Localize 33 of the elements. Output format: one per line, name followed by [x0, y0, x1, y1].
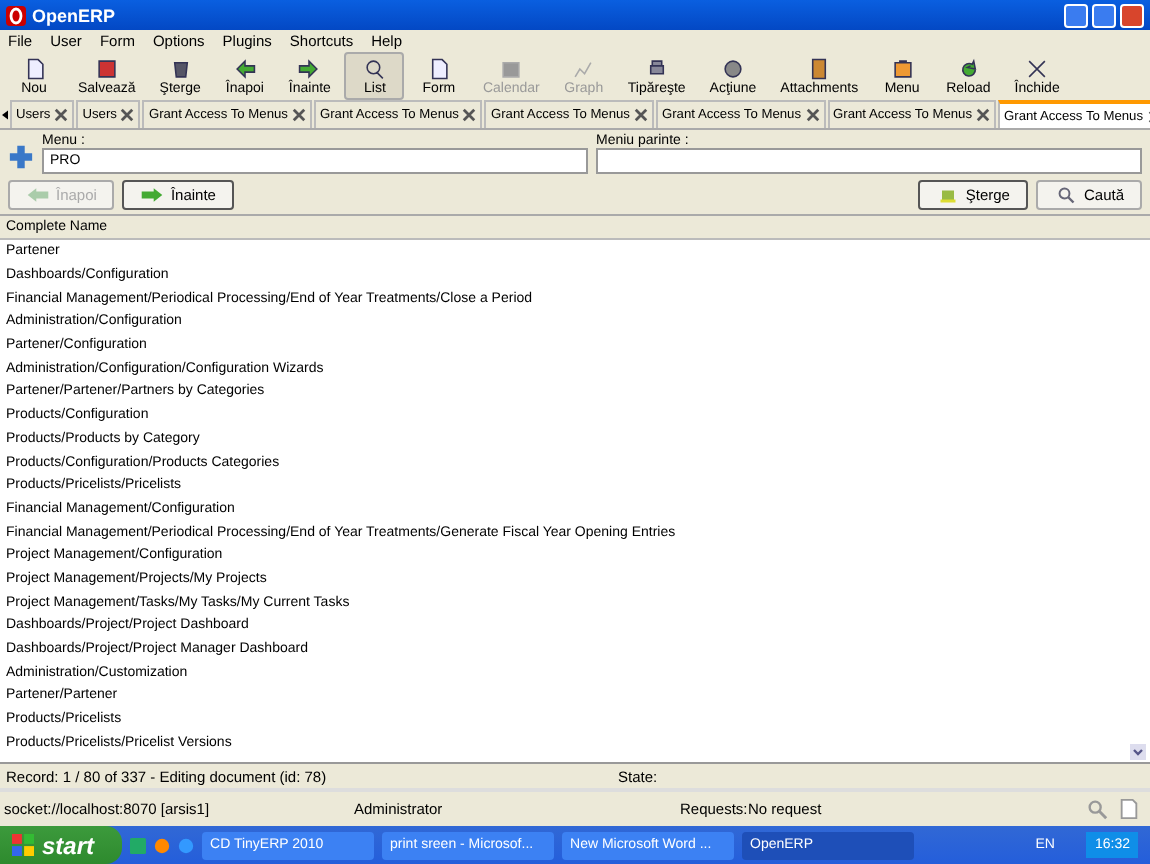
reload-icon [957, 57, 980, 79]
scroll-down-icon[interactable] [1130, 744, 1146, 760]
restore-button[interactable] [1092, 3, 1116, 27]
minimize-button[interactable] [1064, 3, 1088, 27]
close-icon[interactable] [805, 108, 819, 122]
close-icon[interactable] [976, 108, 991, 122]
close-icon[interactable] [291, 108, 306, 122]
eraser-icon [935, 186, 960, 204]
right-icon [298, 57, 321, 79]
close-icon[interactable] [633, 108, 648, 122]
close-icon[interactable] [54, 108, 69, 122]
graph-icon [572, 57, 595, 79]
app-logo-icon [6, 5, 26, 25]
windows-flag-icon [12, 834, 34, 856]
plus-icon[interactable] [8, 144, 34, 170]
left-icon [233, 57, 256, 79]
search-icon [363, 57, 386, 79]
doc-icon [427, 57, 450, 79]
bin-icon [169, 57, 192, 79]
close-button[interactable] [1120, 3, 1144, 27]
print-icon [645, 57, 668, 79]
search-icon [1053, 186, 1078, 204]
close-icon [1026, 57, 1049, 79]
window-title: OpenERP [32, 5, 116, 25]
start-button[interactable]: start [0, 826, 123, 864]
close-icon[interactable] [462, 108, 477, 122]
right-arrow-icon [140, 186, 165, 204]
document-icon[interactable] [1118, 798, 1140, 820]
close-icon[interactable] [120, 108, 135, 122]
left-arrow-icon [26, 186, 50, 204]
tab-scroll-left-icon[interactable] [2, 109, 8, 119]
doc-icon [23, 57, 45, 79]
input-field[interactable] [596, 148, 1142, 174]
